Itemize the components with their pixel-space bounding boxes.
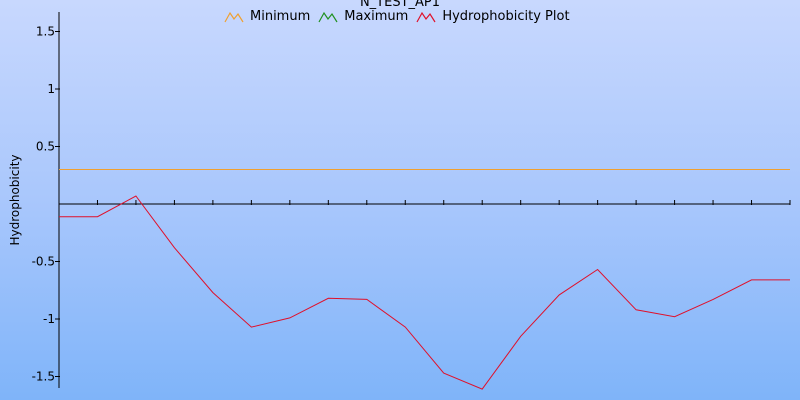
legend-item-minimum: Minimum <box>224 9 310 24</box>
y-tick-label: 1 <box>47 82 55 96</box>
hydrophobicity-chart: -1.5 -1 -0.5 0.5 1 1.5 <box>32 12 791 390</box>
minimum-line-icon <box>224 11 244 22</box>
hydrophobicity-line-icon <box>416 11 436 22</box>
legend-item-maximum: Maximum <box>318 9 408 24</box>
y-tick-label: -0.5 <box>32 255 55 269</box>
y-axis-label: Hydrophobicity <box>8 154 22 246</box>
legend-label-maximum: Maximum <box>344 9 409 24</box>
maximum-line-icon <box>318 11 338 22</box>
legend-label-hydrophobicity: Hydrophobicity Plot <box>442 9 570 24</box>
chart-area: -1.5 -1 -0.5 0.5 1 1.5 N_TEST_AP1 Minimum Max… <box>0 0 800 400</box>
legend-label-minimum: Minimum <box>250 9 311 24</box>
y-tick-label: 0.5 <box>36 140 55 154</box>
y-tick-label: 1.5 <box>36 25 55 39</box>
series-line-hydrophobicity-plot <box>59 195 790 390</box>
y-tick-label: -1.5 <box>32 370 55 384</box>
y-tick-label: -1 <box>43 312 55 326</box>
legend-item-hydrophobicity: Hydrophobicity Plot <box>416 9 570 24</box>
legend: Minimum Maximum Hydrophobicity Plot <box>224 9 570 24</box>
